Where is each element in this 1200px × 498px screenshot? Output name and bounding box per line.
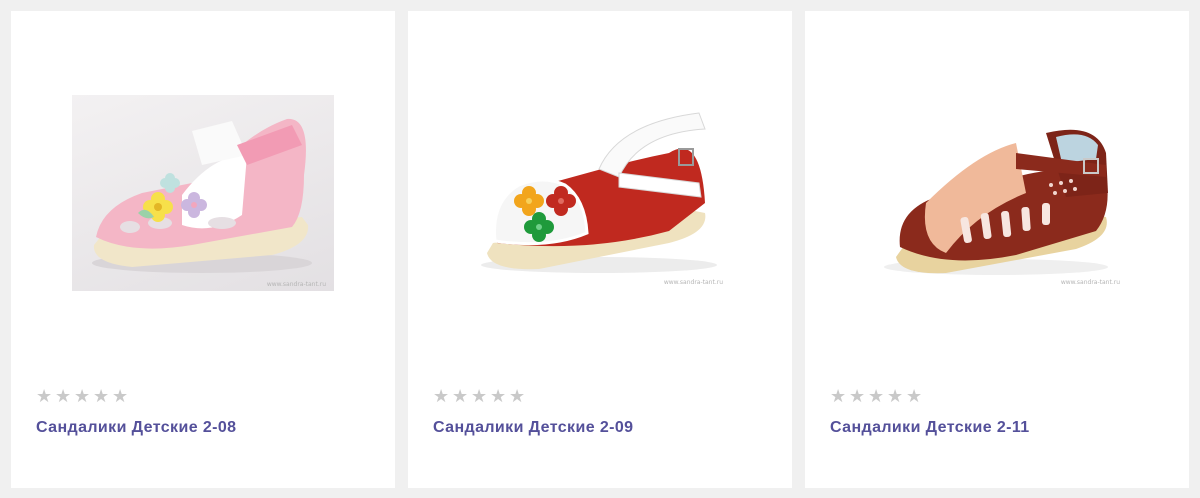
star-icon[interactable]: ★ bbox=[433, 388, 451, 406]
star-icon[interactable]: ★ bbox=[830, 388, 848, 406]
product-card[interactable]: www.sandra-tant.ru ★ ★ ★ ★ ★ Сандалики Д… bbox=[11, 11, 395, 488]
product-image[interactable]: www.sandra-tant.ru bbox=[469, 93, 731, 289]
star-icon[interactable]: ★ bbox=[509, 388, 527, 406]
star-icon[interactable]: ★ bbox=[36, 388, 54, 406]
product-card[interactable]: www.sandra-tant.ru ★ ★ ★ ★ ★ Сандалики Д… bbox=[408, 11, 792, 488]
image-watermark: www.sandra-tant.ru bbox=[1060, 279, 1120, 286]
rating-stars[interactable]: ★ ★ ★ ★ ★ bbox=[830, 388, 924, 406]
star-icon[interactable]: ★ bbox=[849, 388, 867, 406]
product-title-link[interactable]: Сандалики Детские 2-09 bbox=[433, 419, 633, 437]
star-icon[interactable]: ★ bbox=[74, 388, 92, 406]
product-title-link[interactable]: Сандалики Детские 2-11 bbox=[830, 419, 1030, 437]
star-icon[interactable]: ★ bbox=[452, 388, 470, 406]
rating-stars[interactable]: ★ ★ ★ ★ ★ bbox=[36, 388, 130, 406]
red-white-sandal-image bbox=[481, 112, 717, 273]
star-icon[interactable]: ★ bbox=[906, 388, 924, 406]
brown-beige-sandal-image bbox=[884, 129, 1108, 275]
star-icon[interactable]: ★ bbox=[490, 388, 508, 406]
product-card[interactable]: www.sandra-tant.ru ★ ★ ★ ★ ★ Сандалики Д… bbox=[805, 11, 1189, 488]
star-icon[interactable]: ★ bbox=[112, 388, 130, 406]
image-watermark: www.sandra-tant.ru bbox=[663, 279, 723, 286]
rating-stars[interactable]: ★ ★ ★ ★ ★ bbox=[433, 388, 527, 406]
image-watermark: www.sandra-tant.ru bbox=[266, 281, 326, 288]
star-icon[interactable]: ★ bbox=[868, 388, 886, 406]
product-grid: www.sandra-tant.ru ★ ★ ★ ★ ★ Сандалики Д… bbox=[0, 0, 1200, 498]
star-icon[interactable]: ★ bbox=[471, 388, 489, 406]
product-title-link[interactable]: Сандалики Детские 2-08 bbox=[36, 419, 236, 437]
product-image[interactable]: www.sandra-tant.ru bbox=[866, 93, 1128, 289]
star-icon[interactable]: ★ bbox=[887, 388, 905, 406]
product-image[interactable]: www.sandra-tant.ru bbox=[72, 95, 334, 291]
star-icon[interactable]: ★ bbox=[93, 388, 111, 406]
pink-sandal-image bbox=[92, 118, 312, 273]
star-icon[interactable]: ★ bbox=[55, 388, 73, 406]
